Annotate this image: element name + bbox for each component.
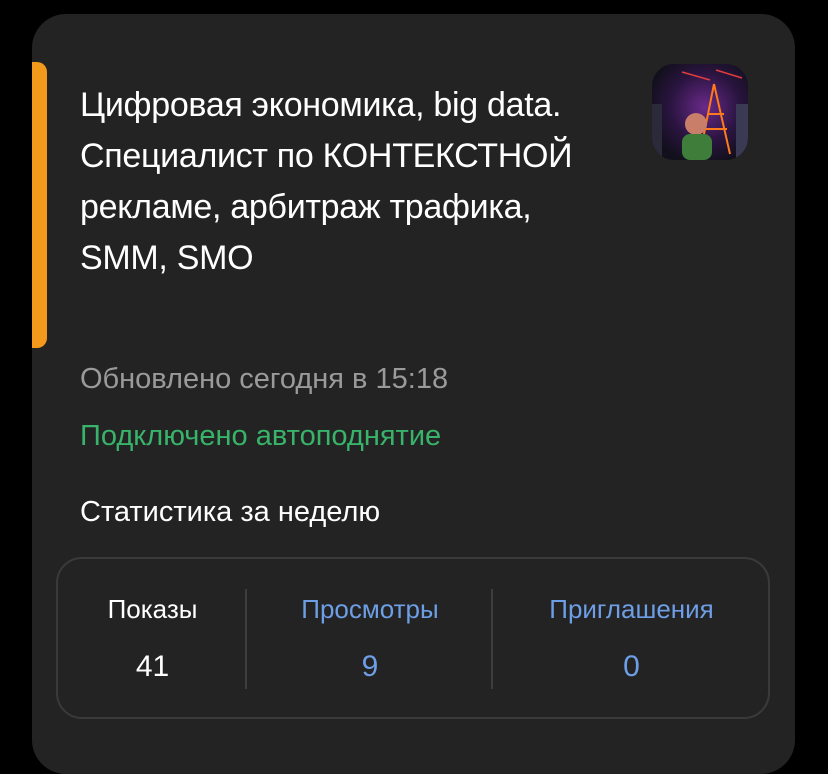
stat-invites-value[interactable]: 0 (493, 647, 770, 687)
autoraise-status[interactable]: Подключено автоподнятие (80, 416, 441, 456)
stat-invites-label[interactable]: Приглашения (493, 589, 770, 629)
stat-views-label[interactable]: Просмотры (247, 589, 493, 629)
avatar-photo-image (652, 64, 748, 160)
avatar (652, 64, 748, 160)
updated-timestamp: Обновлено сегодня в 15:18 (80, 363, 449, 395)
resume-title[interactable]: Цифровая экономика, big data. Специалист… (80, 80, 600, 284)
weekly-stats-panel: Показы 41 Просмотры 9 Приглашения 0 (56, 557, 770, 719)
stat-shows: Показы 41 (58, 589, 247, 687)
stat-shows-value: 41 (135, 650, 170, 683)
stats-heading: Статистика за неделю (80, 496, 381, 528)
stat-invites[interactable]: Приглашения 0 (493, 589, 770, 687)
stat-shows-label: Показы (107, 594, 198, 624)
stat-views[interactable]: Просмотры 9 (247, 589, 493, 687)
accent-bar (32, 62, 47, 348)
stat-views-value[interactable]: 9 (247, 647, 493, 687)
